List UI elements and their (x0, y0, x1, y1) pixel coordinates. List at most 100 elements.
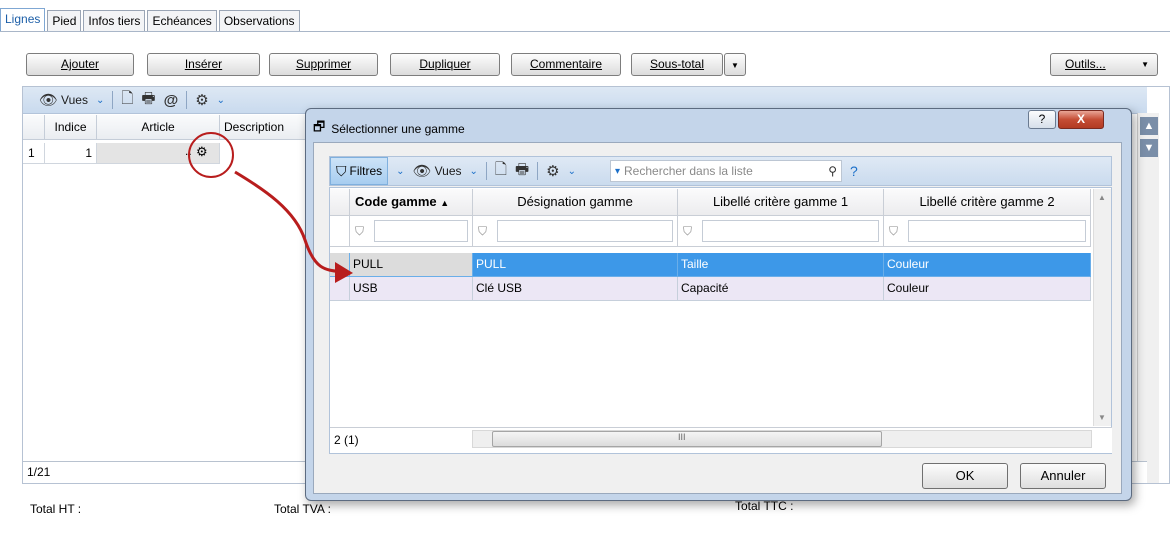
horizontal-scroll-thumb[interactable]: III (492, 431, 882, 447)
filter-cell-critere-1[interactable]: ⛉ (678, 216, 884, 246)
column-libelle-critere-2[interactable]: Libellé critère gamme 2 (884, 189, 1091, 215)
row-number: 1 (23, 143, 45, 164)
filter-input-designation[interactable] (497, 220, 673, 242)
tab-infos-tiers[interactable]: Infos tiers (83, 10, 146, 32)
sous-total-dropdown[interactable]: ▼ (724, 53, 746, 76)
search-placeholder: Rechercher dans la liste (624, 164, 753, 178)
preview-icon[interactable]: 🗋 (495, 159, 507, 184)
column-libelle-critere-1[interactable]: Libellé critère gamme 1 (678, 189, 884, 215)
separator (537, 162, 539, 180)
cell-critere-1[interactable]: Capacité (678, 277, 884, 301)
range-grid-vertical-scrollbar[interactable]: ▲ ▼ (1093, 189, 1111, 426)
dialog-title: Sélectionner une gamme (331, 122, 465, 136)
separator (485, 162, 487, 180)
sous-total-button[interactable]: Sous-total (631, 53, 723, 76)
cell-critere-1[interactable]: Taille (678, 253, 884, 277)
help-button[interactable]: ? (1028, 110, 1056, 129)
separator (186, 91, 188, 109)
scroll-up-icon[interactable]: ▲ (1098, 193, 1106, 202)
print-icon[interactable]: 🖶 (515, 159, 529, 184)
dialog-titlebar: 🗗 Sélectionner une gamme (313, 118, 465, 140)
chevron-down-icon[interactable]: ⌄ (217, 95, 225, 106)
cell-designation[interactable]: PULL (473, 253, 678, 277)
tab-divider (0, 31, 1170, 32)
vues-menu[interactable]: 👁 Vues (39, 91, 88, 109)
annotation-arrow (234, 170, 353, 283)
filter-input-code[interactable] (374, 220, 468, 242)
scroll-grip: III (678, 432, 686, 442)
preview-icon[interactable]: 🗋 (121, 88, 133, 113)
column-code-gamme-label: Code gamme (355, 194, 437, 209)
scroll-down-icon[interactable]: ▼ (1140, 139, 1158, 157)
grid-header: Indice Article Description (23, 115, 320, 140)
filter-input-critere-2[interactable] (908, 220, 1086, 242)
chevron-down-icon[interactable]: ⌄ (396, 166, 404, 177)
print-icon[interactable]: 🖶 (141, 88, 155, 113)
funnel-icon: ⛉ (889, 224, 899, 238)
record-count: 1/21 (27, 465, 51, 479)
tab-pied[interactable]: Pied (47, 10, 82, 32)
record-count: 2 (1) (334, 433, 359, 447)
search-icon[interactable]: ⚲ (828, 164, 837, 178)
scroll-down-icon[interactable]: ▼ (1098, 413, 1106, 422)
commentaire-button[interactable]: Commentaire (511, 53, 621, 76)
chevron-down-icon[interactable]: ▾ (615, 166, 620, 177)
filter-input-critere-1[interactable] (702, 220, 879, 242)
eye-icon: 👁 (412, 163, 432, 180)
column-indice[interactable]: Indice (45, 115, 97, 139)
ok-button[interactable]: OK (922, 463, 1008, 489)
table-row[interactable]: PULL PULL Taille Couleur (330, 253, 1091, 277)
column-designation-gamme[interactable]: Désignation gamme (473, 189, 678, 215)
outils-label: Outils... (1065, 57, 1106, 71)
table-row[interactable]: USB Clé USB Capacité Couleur (330, 277, 1091, 301)
chevron-down-icon: ▼ (731, 61, 739, 70)
close-button[interactable]: X (1058, 110, 1104, 129)
cell-code[interactable]: USB (350, 277, 473, 301)
inserer-button[interactable]: Insérer (147, 53, 260, 76)
tab-echeances[interactable]: Echéances (147, 10, 217, 32)
filter-cell-critere-2[interactable]: ⛉ (884, 216, 1091, 246)
help-link[interactable]: ? (850, 163, 858, 179)
dialog-toolbar: ⛉ Filtres ⌄ 👁 Vues ⌄ 🗋 🖶 ⚙ ⌄ ▾ Recherche… (329, 156, 1112, 186)
cell-critere-2[interactable]: Couleur (884, 253, 1091, 277)
outils-button[interactable]: Outils... ▼ (1050, 53, 1158, 76)
gear-icon[interactable]: ⚙ (546, 162, 559, 180)
filter-cell-designation[interactable]: ⛉ (473, 216, 678, 246)
chevron-down-icon: ▼ (1141, 60, 1149, 69)
scroll-up-icon[interactable]: ▲ (1140, 117, 1158, 135)
total-ttc-label: Total TTC : (735, 499, 794, 513)
row-header-corner (23, 115, 45, 139)
search-input[interactable]: ▾ Rechercher dans la liste ⚲ (609, 160, 842, 182)
funnel-icon: ⛉ (683, 224, 693, 238)
filter-cell-code[interactable]: ⛉ (350, 216, 473, 246)
tab-observations[interactable]: Observations (218, 10, 300, 32)
supprimer-button[interactable]: Supprimer (269, 53, 378, 76)
filter-row: ⛉ ⛉ ⛉ ⛉ (330, 216, 1091, 247)
column-code-gamme[interactable]: Code gamme ▲ (350, 189, 473, 215)
separator (112, 91, 114, 109)
range-grid-header: Code gamme ▲ Désignation gamme Libellé c… (330, 189, 1091, 216)
ajouter-button[interactable]: Ajouter (26, 53, 134, 76)
vues-label: Vues (434, 164, 462, 178)
chevron-down-icon[interactable]: ⌄ (470, 166, 478, 177)
cell-critere-2[interactable]: Couleur (884, 277, 1091, 301)
chevron-down-icon[interactable]: ⌄ (568, 166, 576, 177)
vues-menu[interactable]: 👁 Vues (413, 162, 462, 180)
chevron-down-icon[interactable]: ⌄ (96, 95, 104, 106)
grid-vertical-scrollbar[interactable]: ▲ ▼ (1137, 113, 1159, 483)
vues-label: Vues (61, 93, 88, 107)
total-tva-label: Total TVA : (274, 502, 331, 516)
cell-code[interactable]: PULL (350, 253, 473, 277)
email-icon[interactable]: @ (164, 92, 179, 109)
cell-indice[interactable]: 1 (45, 143, 97, 164)
eye-icon: 👁 (39, 92, 59, 109)
annuler-button[interactable]: Annuler (1020, 463, 1106, 489)
window-icon: 🗗 (313, 119, 326, 134)
tab-lignes[interactable]: Lignes (0, 8, 46, 32)
sort-ascending-icon: ▲ (440, 198, 450, 208)
gear-icon[interactable]: ⚙ (195, 91, 208, 109)
dupliquer-button[interactable]: Dupliquer (390, 53, 500, 76)
tab-bar: Lignes Pied Infos tiers Echéances Observ… (0, 8, 302, 32)
total-ht-label: Total HT : (30, 502, 82, 516)
cell-designation[interactable]: Clé USB (473, 277, 678, 301)
